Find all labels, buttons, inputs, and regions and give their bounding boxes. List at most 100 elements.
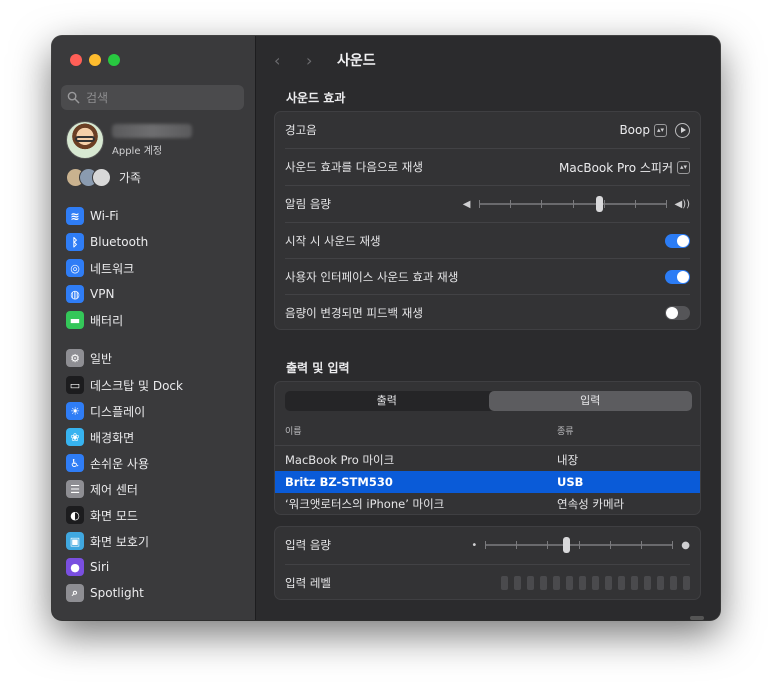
- sidebar-item[interactable]: ▬ 배터리: [66, 310, 123, 330]
- slider-tick: [634, 200, 636, 208]
- siri-icon: ●: [66, 558, 84, 576]
- sidebar-item-label: Bluetooth: [90, 235, 149, 249]
- table-row[interactable]: ‘워크앳로터스의 iPhone’ 마이크 연속성 카메라: [275, 493, 700, 515]
- avatar: [66, 121, 104, 159]
- sidebar-item[interactable]: ❀ 배경화면: [66, 427, 134, 447]
- sidebar-item[interactable]: ◍ VPN: [66, 284, 114, 304]
- tab-output[interactable]: 출력: [285, 391, 489, 411]
- system-settings-window: Apple 계정 가족 ≋ Wi-Fi ᛒ Bluetooth ◎ 네트워크 ◍ VPN ▬ 배터…: [52, 36, 720, 620]
- sidebar-item-label: 손쉬운 사용: [90, 456, 150, 471]
- level-segment: [592, 576, 599, 590]
- sidebar-item-label: 배터리: [90, 313, 124, 328]
- mic-low-icon: •: [471, 539, 478, 551]
- column-name-header[interactable]: 이름: [285, 424, 302, 437]
- sidebar-item[interactable]: ▭ 데스크탑 및 Dock: [66, 375, 183, 395]
- output-input-heading: 출력 및 입력: [286, 361, 350, 375]
- sidebar-item[interactable]: ◎ 네트워크: [66, 258, 134, 278]
- table-row[interactable]: Britz BZ-STM530 USB: [275, 471, 700, 493]
- sidebar-item[interactable]: ⌕ Spotlight: [66, 583, 144, 603]
- ui-sounds-label: 사용자 인터페이스 사운드 효과 재생: [285, 270, 459, 284]
- slider-knob[interactable]: [563, 537, 571, 553]
- column-type-header[interactable]: 종류: [557, 424, 574, 437]
- search-input[interactable]: [84, 89, 238, 106]
- appearance-icon: ◐: [66, 506, 84, 524]
- forward-chevron-icon[interactable]: ›: [306, 51, 312, 70]
- alert-sound-popup[interactable]: Boop: [619, 123, 650, 137]
- slider-tick: [478, 200, 480, 208]
- play-icon[interactable]: [675, 122, 690, 138]
- search-field[interactable]: [61, 85, 244, 110]
- search-icon: [67, 91, 80, 104]
- sidebar-item[interactable]: ᛒ Bluetooth: [66, 232, 148, 252]
- zoom-window-button[interactable]: [108, 54, 120, 66]
- sidebar-item[interactable]: ◐ 화면 모드: [66, 505, 138, 525]
- slider-tick: [509, 200, 511, 208]
- toolbar: ‹ › 사운드: [256, 36, 720, 84]
- output-input-segmented-control[interactable]: 출력 입력: [285, 391, 692, 411]
- sidebar-item[interactable]: ≋ Wi-Fi: [66, 206, 119, 226]
- sidebar-item[interactable]: ♿ 손쉬운 사용: [66, 453, 149, 473]
- globe-icon: ◎: [66, 259, 84, 277]
- input-level-row: 입력 레벨: [275, 565, 700, 601]
- control-center-icon: ☰: [66, 480, 84, 498]
- table-header: 이름 종류: [275, 424, 700, 444]
- device-type: 연속성 카메라: [557, 497, 625, 511]
- slider-tick: [547, 541, 549, 549]
- main-pane: ‹ › 사운드 사운드 효과 경고음 Boop ▴▾ 사운드 효과를 다음으로 …: [256, 36, 720, 620]
- device-name: Britz BZ-STM530: [285, 475, 393, 489]
- level-segment: [644, 576, 651, 590]
- slider-tick: [610, 541, 612, 549]
- sidebar-item[interactable]: ▣ 화면 보호기: [66, 531, 149, 551]
- tab-input[interactable]: 입력: [488, 391, 692, 411]
- back-chevron-icon[interactable]: ‹: [274, 51, 280, 70]
- sidebar: Apple 계정 가족 ≋ Wi-Fi ᛒ Bluetooth ◎ 네트워크 ◍ VPN ▬ 배터…: [52, 36, 256, 620]
- page-title: 사운드: [337, 53, 376, 69]
- device-type: USB: [557, 475, 584, 489]
- alert-volume-slider[interactable]: [478, 194, 667, 214]
- sidebar-item-label: 디스플레이: [90, 404, 146, 419]
- play-through-label: 사운드 효과를 다음으로 재생: [285, 160, 423, 174]
- level-segment: [683, 576, 690, 590]
- slider-tick: [665, 200, 667, 208]
- updown-chevron-icon[interactable]: ▴▾: [654, 123, 667, 137]
- speaker-high-icon: ◀)): [674, 198, 691, 210]
- sidebar-item[interactable]: ☰ 제어 센터: [66, 479, 138, 499]
- speaker-low-icon: ◀: [462, 198, 471, 210]
- minimize-window-button[interactable]: [89, 54, 101, 66]
- input-volume-slider[interactable]: [485, 535, 674, 555]
- accessibility-icon: ♿: [66, 454, 84, 472]
- wallpaper-flower-icon: ❀: [66, 428, 84, 446]
- family-item[interactable]: 가족: [66, 168, 141, 187]
- slider-tick: [579, 541, 581, 549]
- battery-icon: ▬: [66, 311, 84, 329]
- family-label: 가족: [119, 171, 142, 185]
- startup-sound-toggle[interactable]: [665, 234, 690, 248]
- sidebar-item-label: Wi-Fi: [90, 209, 119, 223]
- sidebar-item[interactable]: ☀ 디스플레이: [66, 401, 145, 421]
- slider-knob[interactable]: [595, 196, 603, 212]
- sidebar-item-label: 화면 모드: [90, 508, 138, 523]
- ui-sounds-row: 사용자 인터페이스 사운드 효과 재생: [275, 259, 700, 295]
- slider-tick: [572, 200, 574, 208]
- account-name-redacted: [112, 123, 192, 138]
- ui-sounds-toggle[interactable]: [665, 270, 690, 284]
- level-segment: [514, 576, 521, 590]
- apple-account-item[interactable]: Apple 계정: [66, 121, 192, 159]
- table-row[interactable]: MacBook Pro 마이크 내장: [275, 449, 700, 471]
- slider-tick: [603, 200, 605, 208]
- scrollbar[interactable]: [690, 616, 704, 620]
- input-level-group: 입력 음량 • ● 입력 레벨: [274, 526, 701, 600]
- level-segment: [553, 576, 560, 590]
- startup-sound-label: 시작 시 사운드 재생: [285, 234, 381, 248]
- wifi-icon: ≋: [66, 207, 84, 225]
- sidebar-item[interactable]: ● Siri: [66, 557, 109, 577]
- updown-chevron-icon[interactable]: ▴▾: [677, 160, 690, 174]
- output-device-popup[interactable]: MacBook Pro 스피커: [559, 159, 673, 176]
- close-window-button[interactable]: [70, 54, 82, 66]
- level-segment: [618, 576, 625, 590]
- input-level-label: 입력 레벨: [285, 576, 331, 590]
- slider-tick: [672, 541, 674, 549]
- sidebar-item[interactable]: ⚙ 일반: [66, 348, 112, 368]
- level-segment: [527, 576, 534, 590]
- volume-feedback-toggle[interactable]: [665, 306, 690, 320]
